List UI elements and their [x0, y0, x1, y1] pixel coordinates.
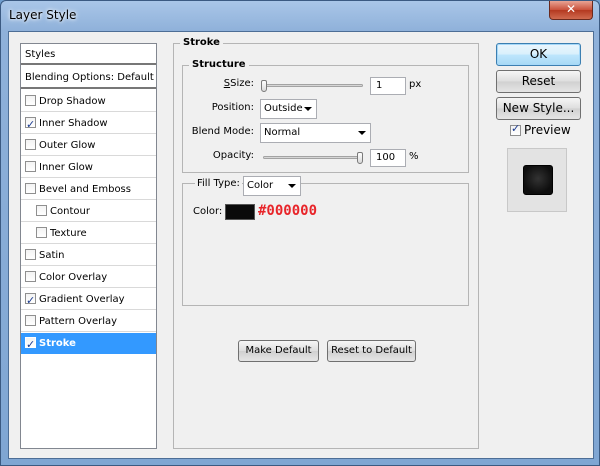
style-item-label: Color Overlay — [39, 272, 108, 283]
chevron-down-icon — [288, 184, 296, 188]
checkbox[interactable] — [36, 205, 47, 216]
style-item-stroke[interactable]: Stroke — [21, 333, 156, 355]
stroke-panel: Stroke Structure SSize: 1 px Position: O… — [173, 37, 479, 449]
fill-type-value: Color — [247, 180, 274, 191]
size-label: SSize: — [223, 78, 254, 89]
style-item-drop-shadow[interactable]: Drop Shadow — [21, 91, 156, 112]
window-title: Layer Style — [9, 8, 77, 22]
opacity-label: Opacity: — [212, 150, 254, 161]
reset-button[interactable]: Reset — [496, 70, 581, 93]
style-item-label: Satin — [39, 250, 65, 261]
checkbox[interactable] — [25, 334, 36, 355]
checkbox[interactable] — [25, 161, 36, 172]
blend-mode-value: Normal — [264, 127, 301, 138]
styles-list: Styles Blending Options: Default Drop Sh… — [20, 43, 157, 449]
ok-button[interactable]: OK — [496, 43, 581, 66]
style-item-label: Inner Shadow — [39, 118, 108, 129]
close-button[interactable]: ✕ — [549, 1, 593, 20]
blend-mode-dropdown[interactable]: Normal — [260, 123, 371, 143]
style-item-pattern-overlay[interactable]: Pattern Overlay — [21, 311, 156, 332]
position-label: Position: — [211, 102, 254, 113]
position-value: Outside — [264, 103, 303, 114]
preview-label: Preview — [524, 123, 571, 137]
size-input[interactable]: 1 — [370, 77, 406, 95]
style-item-label: Outer Glow — [39, 140, 96, 151]
chevron-down-icon — [358, 131, 366, 135]
reset-to-default-button[interactable]: Reset to Default — [327, 340, 416, 362]
style-item-label: Inner Glow — [39, 162, 93, 173]
checkbox[interactable] — [36, 227, 47, 238]
color-label: Color: — [193, 206, 223, 217]
fill-type-group: Fill Type: Color Color: #000000 — [182, 176, 469, 306]
style-item-label: Gradient Overlay — [39, 294, 125, 305]
style-item-inner-shadow[interactable]: Inner Shadow — [21, 113, 156, 135]
checkbox[interactable] — [25, 315, 36, 326]
style-item-label: Bevel and Emboss — [39, 184, 131, 195]
size-slider-thumb[interactable] — [261, 80, 267, 92]
style-item-contour[interactable]: Contour — [21, 201, 156, 222]
structure-title: Structure — [189, 59, 249, 70]
chevron-down-icon — [304, 107, 312, 111]
style-item-gradient-overlay[interactable]: Gradient Overlay — [21, 289, 156, 311]
style-item-bevel-emboss[interactable]: Bevel and Emboss — [21, 179, 156, 200]
opacity-slider-thumb[interactable] — [357, 152, 363, 164]
opacity-unit: % — [409, 151, 419, 162]
styles-header[interactable]: Styles — [21, 44, 156, 65]
style-item-label: Pattern Overlay — [39, 316, 118, 327]
style-item-label: Contour — [50, 206, 90, 217]
position-dropdown[interactable]: Outside — [260, 99, 317, 119]
style-item-label: Stroke — [39, 338, 76, 349]
style-item-inner-glow[interactable]: Inner Glow — [21, 157, 156, 178]
style-item-color-overlay[interactable]: Color Overlay — [21, 267, 156, 288]
stroke-title: Stroke — [180, 37, 223, 48]
blending-options-item[interactable]: Blending Options: Default — [21, 67, 156, 89]
preview-swatch — [523, 165, 553, 195]
layer-style-window: Layer Style ✕ Styles Blending Options: D… — [0, 0, 600, 466]
blending-options-label: Blending Options: Default — [25, 72, 154, 83]
opacity-slider-track[interactable] — [263, 156, 363, 159]
style-item-texture[interactable]: Texture — [21, 223, 156, 244]
style-item-label: Drop Shadow — [39, 96, 106, 107]
color-hex-annotation: #000000 — [258, 203, 318, 219]
size-unit: px — [409, 79, 422, 90]
fill-type-dropdown[interactable]: Color — [243, 176, 301, 196]
style-item-outer-glow[interactable]: Outer Glow — [21, 135, 156, 156]
new-style-button[interactable]: New Style... — [496, 97, 581, 120]
checkbox[interactable] — [25, 271, 36, 282]
preview-thumbnail — [507, 148, 567, 212]
checkbox[interactable] — [25, 290, 36, 311]
checkbox[interactable] — [25, 183, 36, 194]
checkbox[interactable] — [25, 114, 36, 135]
preview-checkbox[interactable]: Preview — [510, 122, 571, 137]
blend-mode-label: Blend Mode: — [191, 126, 254, 137]
checkbox[interactable] — [25, 139, 36, 150]
size-slider-track[interactable] — [263, 84, 363, 87]
make-default-button[interactable]: Make Default — [238, 340, 319, 362]
fill-type-label: Fill Type: — [195, 178, 242, 189]
color-swatch[interactable] — [225, 204, 255, 220]
checkbox[interactable] — [25, 249, 36, 260]
size-label-text: Size: — [230, 78, 254, 89]
checkbox[interactable] — [25, 95, 36, 106]
style-item-satin[interactable]: Satin — [21, 245, 156, 266]
close-icon: ✕ — [565, 2, 577, 16]
style-item-label: Texture — [50, 228, 87, 239]
dialog-client: Styles Blending Options: Default Drop Sh… — [8, 31, 594, 459]
checkbox[interactable] — [510, 122, 521, 136]
styles-header-label: Styles — [25, 49, 56, 60]
title-bar[interactable]: Layer Style ✕ — [1, 1, 599, 31]
structure-group: Structure SSize: 1 px Position: Outside … — [182, 59, 469, 173]
opacity-input[interactable]: 100 — [370, 149, 406, 167]
